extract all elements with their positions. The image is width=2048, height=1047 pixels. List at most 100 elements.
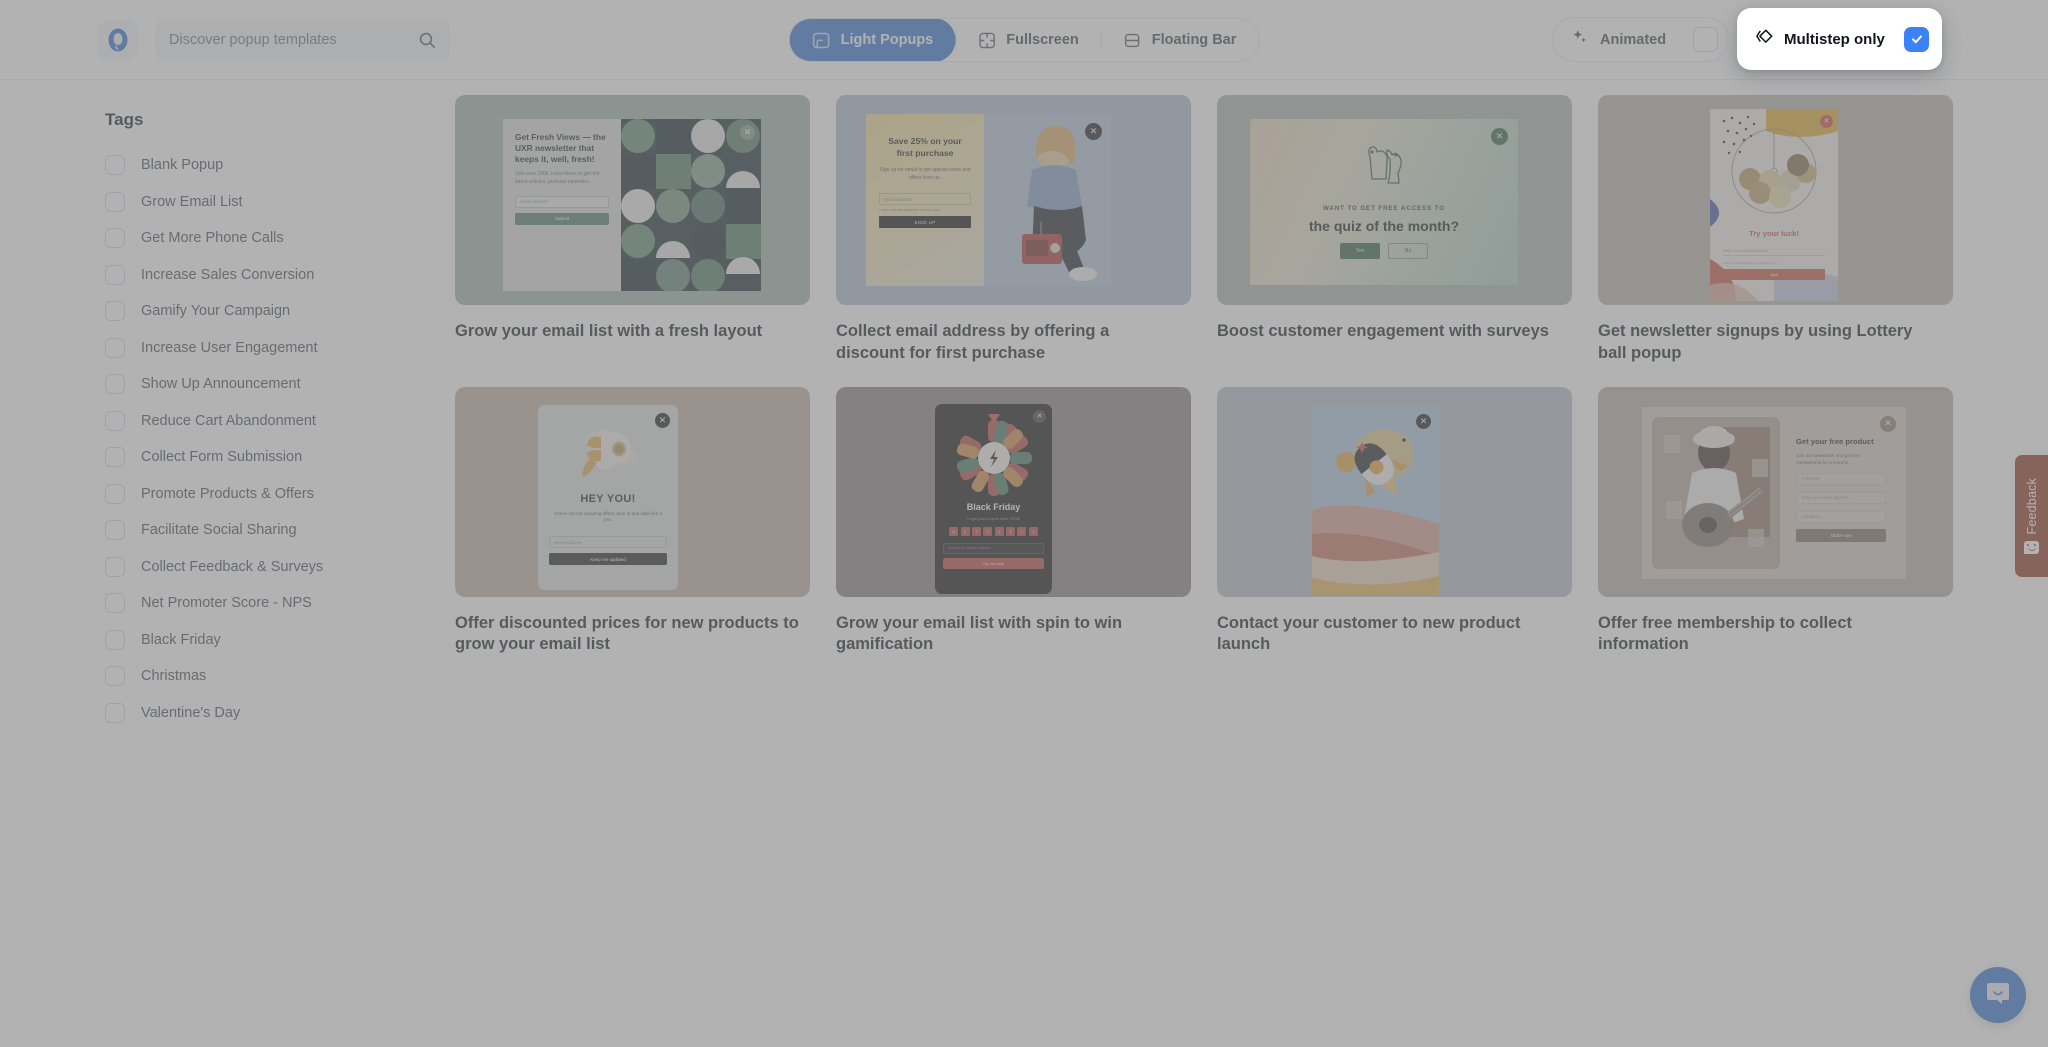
tag-item-increase-sales-conversion[interactable]: Increase Sales Conversion: [105, 257, 455, 294]
tag-checkbox[interactable]: [105, 191, 125, 212]
tab-fullscreen[interactable]: Fullscreen: [955, 19, 1101, 61]
template-card[interactable]: HEY YOU! Be the first one to get the new…: [1217, 386, 1572, 657]
preview-consent-text: I have read and accept the privacy polic…: [1723, 261, 1778, 265]
tag-item-christmas[interactable]: Christmas: [105, 658, 455, 695]
tab-light-popups[interactable]: Light Popups: [789, 19, 956, 61]
tag-item-black-friday[interactable]: Black Friday: [105, 622, 455, 659]
template-card[interactable]: Save 25% on your first purchase Sign up …: [836, 95, 1191, 365]
template-thumbnail[interactable]: Black Friday To get your coupon code, SP…: [836, 386, 1191, 597]
tag-checkbox[interactable]: [105, 264, 125, 285]
tag-list: Blank Popup Grow Email List Get More Pho…: [105, 147, 455, 731]
tag-label: Christmas: [141, 668, 207, 685]
template-thumbnail[interactable]: Try your luck! Write Your Email Address …: [1598, 95, 1953, 305]
animated-filter-checkbox[interactable]: [1693, 27, 1718, 52]
search-icon: [418, 31, 436, 49]
multistep-filter-label: Multistep only: [1784, 30, 1885, 48]
tag-checkbox[interactable]: [105, 410, 125, 431]
popup-preview: Try your luck! Write Your Email Address …: [1710, 109, 1838, 301]
tag-label: Increase User Engagement: [141, 339, 318, 356]
tag-checkbox[interactable]: [105, 666, 125, 687]
tag-checkbox[interactable]: [105, 593, 125, 614]
template-card[interactable]: Get your free product Join our newslette…: [1598, 386, 1953, 657]
template-title: Offer discounted prices for new products…: [455, 613, 799, 654]
preview-email-input: Write Your Email Address: [1723, 245, 1825, 256]
tag-checkbox[interactable]: [105, 374, 125, 395]
tag-checkbox[interactable]: [105, 301, 125, 322]
preview-answer-buttons: Yes No: [1250, 243, 1518, 259]
top-bar: Discover popup templates Light Popups Fu…: [0, 0, 2048, 80]
template-thumbnail[interactable]: Save 25% on your first purchase Sign up …: [836, 95, 1191, 305]
preview-heading: Save 25% on your first purchase: [888, 136, 962, 158]
coupon-char: 6: [960, 526, 970, 536]
coupon-char: B: [949, 526, 959, 536]
tag-checkbox[interactable]: [105, 556, 125, 577]
tag-item-reduce-cart-abandonment[interactable]: Reduce Cart Abandonment: [105, 403, 455, 440]
template-card[interactable]: Try your luck! Write Your Email Address …: [1598, 95, 1953, 365]
chat-bubble-icon: [1984, 979, 2012, 1012]
preview-coupon-code: B 6 T 2 5 S 1 X: [935, 526, 1052, 536]
popupsmart-logo-icon: [107, 28, 129, 54]
tag-item-grow-email-list[interactable]: Grow Email List: [105, 184, 455, 221]
tag-label: Grow Email List: [141, 193, 243, 210]
tag-item-get-more-phone-calls[interactable]: Get More Phone Calls: [105, 220, 455, 257]
tag-item-show-up-announcement[interactable]: Show Up Announcement: [105, 366, 455, 403]
preview-spin-button: Try my luck!: [943, 557, 1044, 569]
template-grid: Get Fresh Views — the UXR newsletter tha…: [455, 95, 2010, 656]
rocket-icon: [538, 423, 678, 481]
tag-label: Net Promoter Score - NPS: [141, 595, 312, 612]
template-title: Collect email address by offering a disc…: [836, 322, 1110, 362]
template-card[interactable]: Black Friday To get your coupon code, SP…: [836, 386, 1191, 657]
close-icon: ✕: [1416, 413, 1431, 429]
preview-body: Check out our amazing offers, tune in an…: [554, 510, 662, 523]
tag-label: Blank Popup: [141, 157, 224, 174]
search-input[interactable]: Discover popup templates: [155, 19, 450, 61]
multistep-filter[interactable]: Multistep only: [1737, 8, 1942, 70]
tag-item-gamify-your-campaign[interactable]: Gamify Your Campaign: [105, 293, 455, 330]
coupon-char: 5: [994, 526, 1004, 536]
preview-body: Join our newsletter and get free members…: [1796, 452, 1861, 465]
template-thumbnail[interactable]: WANT TO GET FREE ACCESS TO the quiz of t…: [1217, 95, 1572, 305]
tag-item-promote-products-offers[interactable]: Promote Products & Offers: [105, 476, 455, 513]
tag-checkbox[interactable]: [105, 337, 125, 358]
tag-checkbox[interactable]: [105, 447, 125, 468]
tag-checkbox[interactable]: [105, 702, 125, 723]
tag-item-increase-user-engagement[interactable]: Increase User Engagement: [105, 330, 455, 367]
feedback-tab[interactable]: Feedback: [2015, 455, 2048, 577]
tag-item-net-promoter-score[interactable]: Net Promoter Score - NPS: [105, 585, 455, 622]
popup-preview: Get Fresh Views — the UXR newsletter tha…: [503, 119, 761, 291]
tag-item-valentines-day[interactable]: Valentine's Day: [105, 695, 455, 732]
template-title: Grow your email list with spin to win ga…: [836, 613, 1123, 654]
tag-checkbox[interactable]: [105, 228, 125, 249]
tag-item-collect-form-submission[interactable]: Collect Form Submission: [105, 439, 455, 476]
template-thumbnail[interactable]: Get Fresh Views — the UXR newsletter tha…: [455, 95, 810, 305]
preview-spin-button: Spin: [1723, 269, 1825, 280]
chat-launcher-button[interactable]: [1970, 967, 2026, 1023]
tag-checkbox[interactable]: [105, 520, 125, 541]
popup-preview: Black Friday To get your coupon code, SP…: [935, 403, 1052, 594]
app-logo[interactable]: [97, 20, 138, 61]
tab-floating-bar[interactable]: Floating Bar: [1100, 19, 1259, 61]
tag-item-facilitate-social-sharing[interactable]: Facilitate Social Sharing: [105, 512, 455, 549]
tag-checkbox[interactable]: [105, 483, 125, 504]
tag-item-blank-popup[interactable]: Blank Popup: [105, 147, 455, 184]
preview-heading: Get your free product: [1796, 436, 1874, 446]
preview-name-input: Full name: [1796, 472, 1886, 485]
tag-item-collect-feedback-surveys[interactable]: Collect Feedback & Surveys: [105, 549, 455, 586]
tag-checkbox[interactable]: [105, 155, 125, 176]
popup-preview: HEY YOU! Check out our amazing offers, t…: [538, 404, 678, 590]
template-title: Get newsletter signups by using Lottery …: [1598, 322, 1913, 362]
preview-email-input: Email Address: [549, 536, 667, 549]
template-card[interactable]: HEY YOU! Check out our amazing offers, t…: [455, 386, 810, 657]
animated-filter[interactable]: Animated: [1552, 17, 1729, 62]
template-thumbnail[interactable]: Get your free product Join our newslette…: [1598, 386, 1953, 597]
template-card[interactable]: WANT TO GET FREE ACCESS TO the quiz of t…: [1217, 95, 1572, 365]
template-card[interactable]: Get Fresh Views — the UXR newsletter tha…: [455, 95, 810, 365]
template-thumbnail[interactable]: HEY YOU! Check out our amazing offers, t…: [455, 386, 810, 597]
template-thumbnail[interactable]: HEY YOU! Be the first one to get the new…: [1217, 386, 1572, 597]
tag-checkbox[interactable]: [105, 629, 125, 650]
tag-label: Collect Feedback & Surveys: [141, 558, 324, 575]
coupon-char: 2: [983, 526, 993, 536]
coupon-char: X: [1028, 526, 1038, 536]
preview-subscribe-button: Keep me updated: [549, 553, 667, 566]
multistep-filter-checkbox[interactable]: [1904, 26, 1929, 52]
